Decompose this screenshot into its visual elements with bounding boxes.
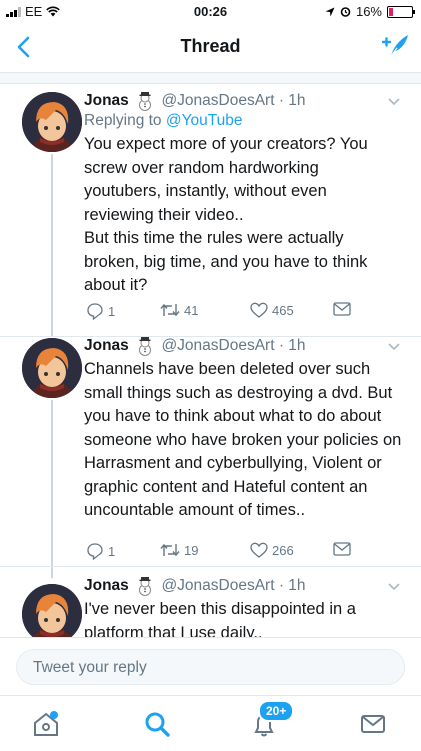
retweet-icon [160,303,180,317]
like-count: 465 [272,302,294,318]
chevron-down-icon[interactable] [387,95,401,109]
display-name[interactable]: Jonas [84,92,129,109]
status-bar: EE 00:26 16% [0,0,421,22]
alarm-icon [340,7,351,17]
reply-icon [87,543,103,560]
nav-bar: Thread [0,22,421,73]
like-button[interactable]: 266 [250,542,294,558]
thread-line [51,400,53,566]
reply-icon [87,303,103,320]
notifications-badge: 20+ [258,700,295,722]
replying-to-prefix: Replying to [84,112,166,130]
reply-button[interactable]: 1 [86,542,115,560]
reply-bar: Tweet your reply [0,637,421,696]
display-name[interactable]: Jonas [84,577,129,594]
reply-input[interactable]: Tweet your reply [16,649,405,685]
reply-count: 1 [108,303,116,319]
battery-icon [387,5,415,18]
tweet-header: Jonas @JonasDoesArt · 1h [84,576,407,596]
envelope-icon [333,302,351,316]
tweet-3[interactable]: Jonas @JonasDoesArt · 1h I've never been… [0,566,421,637]
retweet-count: 41 [184,302,199,318]
avatar[interactable] [22,92,82,152]
chevron-down-icon[interactable] [387,340,401,354]
tweet-body: Jonas @JonasDoesArt · 1h Channels have b… [84,336,407,523]
thread-line [51,324,53,336]
messages-envelope-icon[interactable] [355,706,391,742]
home-icon[interactable] [28,706,64,742]
retweet-button[interactable]: 19 [160,542,198,558]
message-button[interactable] [333,542,351,556]
retweet-count: 19 [184,542,199,558]
handle[interactable]: @JonasDoesArt [161,92,274,109]
retweet-button[interactable]: 41 [160,302,198,318]
tweet-actions: 1 41 465 [84,302,421,322]
tweet-header: Jonas @JonasDoesArt · 1h [84,336,407,356]
handle[interactable]: @JonasDoesArt [161,577,274,594]
envelope-icon [333,542,351,556]
tweet-text: Channels have been deleted over such sma… [84,360,402,520]
location-arrow-icon [325,7,335,16]
compose-tweet-icon[interactable] [379,30,411,62]
tweet-body: Jonas @JonasDoesArt · 1h Replying to @Yo… [84,91,407,298]
snowman-emoji-icon [139,337,152,356]
display-name[interactable]: Jonas [84,337,129,354]
avatar-art [22,92,82,152]
avatar[interactable] [22,584,82,637]
snowman-emoji-icon [139,92,152,111]
replying-to-link[interactable]: @YouTube [166,112,243,129]
retweet-icon [160,543,180,557]
avatar-art [22,338,82,398]
chevron-down-icon[interactable] [387,580,401,594]
tweet-body: Jonas @JonasDoesArt · 1h I've never been… [84,576,407,637]
replying-to: Replying to @YouTube [84,111,407,131]
timestamp: · 1h [278,337,306,355]
thread-separator [0,73,421,84]
tweet-text: You expect more of your creators? You sc… [84,135,368,295]
avatar-art [22,584,82,637]
avatar[interactable] [22,338,82,398]
thread-line [51,566,53,578]
tweet-header: Jonas @JonasDoesArt · 1h [84,91,407,111]
status-right: 16% [325,4,415,19]
like-count: 266 [272,542,294,558]
tweet-actions: 1 19 266 [84,542,421,562]
like-button[interactable]: 465 [250,302,294,318]
battery-fill [389,7,393,16]
tweet-divider [0,566,421,567]
reply-button[interactable]: 1 [86,302,115,320]
timestamp: · 1h [278,577,306,595]
tab-bar: 20+ [0,695,421,751]
thread-line [51,154,53,336]
tweet-divider [0,336,421,337]
message-button[interactable] [333,302,351,316]
reply-count: 1 [108,543,116,559]
search-icon[interactable] [139,706,175,742]
tweet-1[interactable]: Jonas @JonasDoesArt · 1h Replying to @Yo… [0,84,421,336]
tweet-2[interactable]: Jonas @JonasDoesArt · 1h Channels have b… [0,324,421,566]
snowman-emoji-icon [139,577,152,596]
tweet-text: I've never been this disappointed in a p… [84,600,356,637]
handle[interactable]: @JonasDoesArt [161,337,274,354]
page-title: Thread [180,36,241,56]
heart-icon [250,302,268,318]
heart-icon [250,542,268,558]
battery-percent: 16% [355,4,382,19]
timestamp: · 1h [278,92,306,110]
